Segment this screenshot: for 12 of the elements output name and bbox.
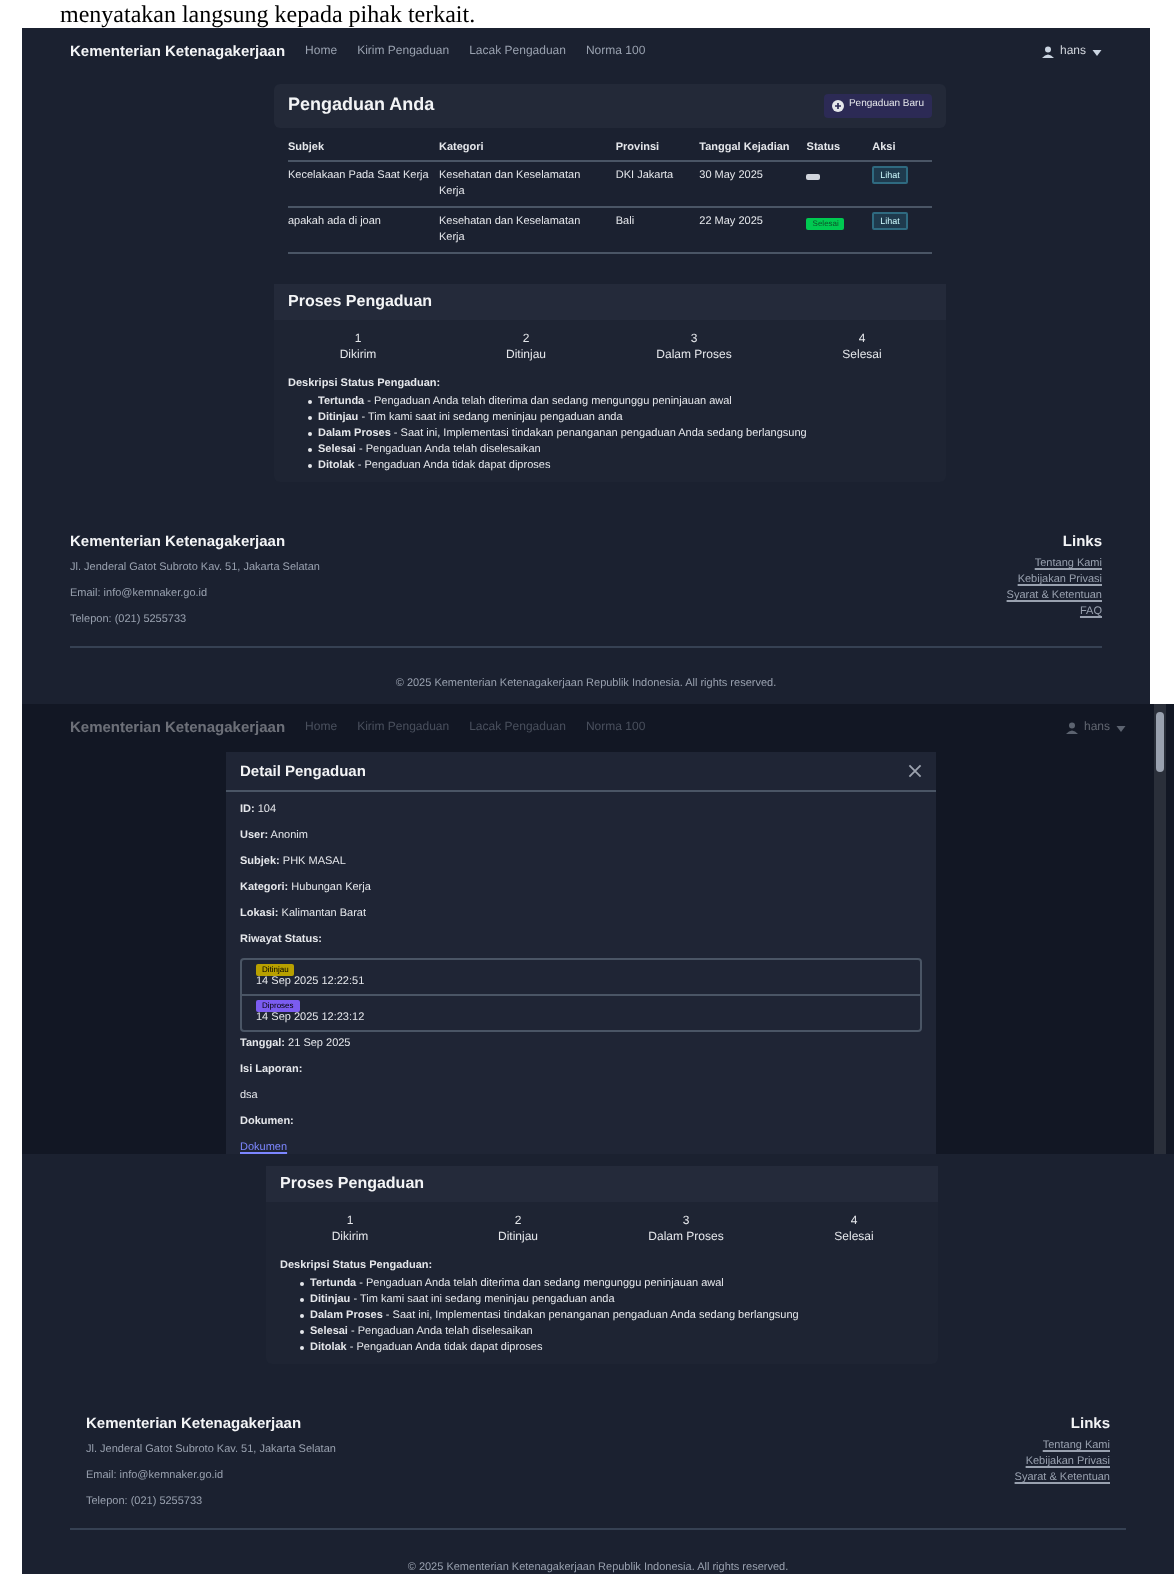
close-icon[interactable] xyxy=(908,764,922,779)
card-title: Proses Pengaduan xyxy=(288,289,435,313)
scrollbar[interactable] xyxy=(1154,704,1166,1154)
card-title: Proses Pengaduan xyxy=(280,1172,427,1196)
user-icon xyxy=(1041,46,1054,58)
scrollbar-thumb[interactable] xyxy=(1156,712,1164,772)
user-icon xyxy=(1065,722,1078,734)
caret-icon xyxy=(1116,725,1126,731)
plus-circle-icon xyxy=(832,99,845,112)
card-title: Pengaduan Anda xyxy=(288,92,435,118)
caret-icon xyxy=(1092,49,1102,55)
document-text: menyatakan langsung kepada pihak terkait. xyxy=(60,0,476,28)
